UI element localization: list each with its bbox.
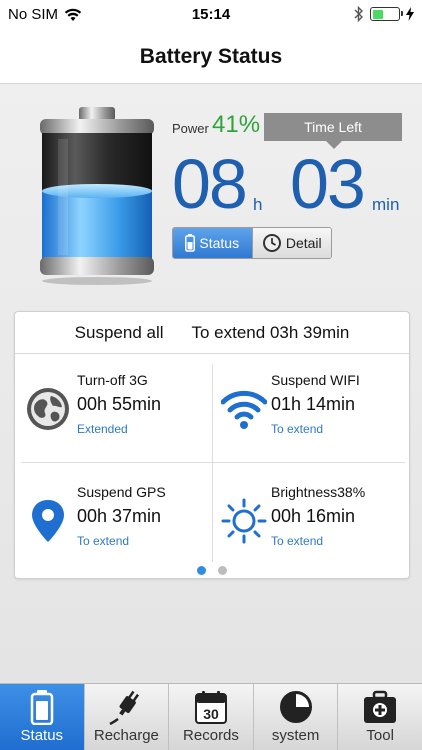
page-dot-active[interactable] — [197, 566, 206, 575]
status-right — [354, 6, 414, 22]
battery-icon — [30, 690, 54, 725]
wifi-icon — [221, 390, 267, 429]
hours-unit: h — [253, 195, 263, 214]
tab-tool[interactable]: Tool — [338, 684, 422, 750]
charging-bolt-icon — [406, 7, 414, 21]
suspend-item-action[interactable]: Extended — [77, 422, 128, 436]
tab-label: system — [271, 727, 320, 744]
power-label: Power — [172, 121, 209, 136]
battery-small-icon — [185, 234, 196, 252]
sun-icon — [221, 498, 267, 544]
suspend-item-time: 00h 55min — [77, 394, 162, 414]
suspend-item-3g[interactable]: Turn-off 3G 00h 55min Extended — [19, 360, 209, 460]
status-segment-button[interactable]: Status — [173, 228, 252, 258]
svg-text:30: 30 — [203, 706, 219, 722]
suspend-item-brightness[interactable]: Brightness38% 00h 16min To extend — [215, 472, 405, 572]
tab-label: Records — [183, 727, 239, 744]
suspend-item-title: Suspend GPS — [77, 484, 166, 500]
clock-icon — [262, 234, 281, 252]
suspend-item-action[interactable]: To extend — [271, 422, 323, 436]
suspend-item-title: Suspend WIFI — [271, 372, 360, 388]
power-percentage: 41% — [212, 111, 261, 138]
tab-label: Tool — [366, 727, 394, 744]
tab-system[interactable]: system — [254, 684, 339, 750]
tab-label: Status — [20, 727, 64, 744]
tab-status[interactable]: Status — [0, 684, 85, 750]
calendar-icon: 30 — [194, 691, 227, 724]
grid-divider-horizontal — [21, 462, 405, 463]
suspend-all-label: Suspend all — [74, 322, 164, 342]
tab-recharge[interactable]: Recharge — [85, 684, 170, 750]
page-indicator — [15, 566, 409, 575]
bluetooth-icon — [354, 6, 363, 22]
battery-illustration-icon — [40, 107, 154, 285]
suspend-panel: Suspend all To extend 03h 39min Turn-off… — [14, 311, 410, 579]
tab-records[interactable]: 30 Records — [169, 684, 254, 750]
location-pin-icon — [32, 500, 64, 542]
globe-icon — [27, 388, 69, 430]
suspend-all-button[interactable]: Suspend all To extend 03h 39min — [15, 312, 409, 354]
view-segmented-control: Status Detail — [172, 227, 332, 259]
grid-divider-vertical — [212, 364, 213, 562]
navigation-bar: Battery Status — [0, 30, 422, 84]
tab-bar: Status Recharge 30 Records system Tool — [0, 683, 422, 750]
suspend-item-action[interactable]: To extend — [77, 534, 129, 548]
minutes-value: 03 — [290, 145, 366, 223]
suspend-item-title: Turn-off 3G — [77, 372, 148, 388]
plug-icon — [109, 690, 140, 725]
detail-segment-label: Detail — [285, 235, 322, 251]
status-bar: No SIM 15:14 — [0, 0, 422, 30]
toolbox-icon — [364, 690, 397, 723]
page-dot[interactable] — [218, 566, 227, 575]
suspend-item-time: 00h 16min — [271, 506, 356, 526]
suspend-item-gps[interactable]: Suspend GPS 00h 37min To extend — [19, 472, 209, 572]
pie-chart-icon — [279, 691, 312, 723]
suspend-item-time: 01h 14min — [271, 394, 356, 414]
status-segment-label: Status — [199, 235, 240, 251]
minutes-unit: min — [372, 195, 400, 214]
suspend-item-wifi[interactable]: Suspend WIFI 01h 14min To extend — [215, 360, 405, 460]
battery-status-icon — [370, 7, 403, 21]
extend-total-label: To extend 03h 39min — [191, 322, 350, 342]
suspend-item-title: Brightness38% — [271, 484, 366, 500]
suspend-item-action[interactable]: To extend — [271, 534, 323, 548]
suspend-item-time: 00h 37min — [77, 506, 162, 526]
detail-segment-button[interactable]: Detail — [251, 228, 331, 258]
hours-value: 08 — [172, 145, 248, 223]
tab-label: Recharge — [93, 727, 159, 744]
page-title: Battery Status — [139, 44, 283, 68]
main-content: Power 41% Time Left 08 h 03 min Status D… — [0, 85, 422, 683]
time-left-label: Time Left — [264, 113, 402, 149]
